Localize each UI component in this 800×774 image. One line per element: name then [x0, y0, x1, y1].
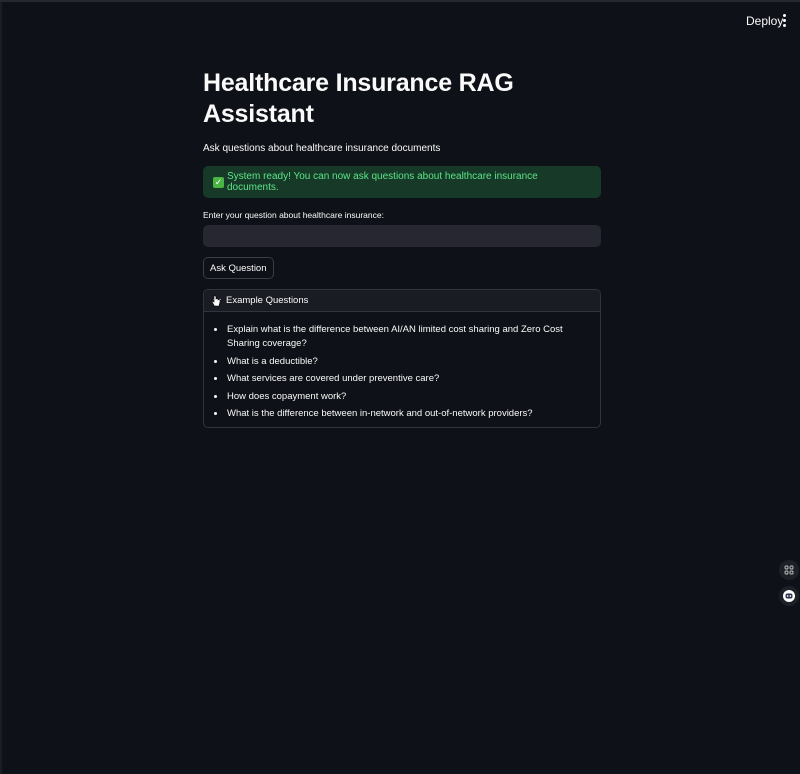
- example-question-item: What is the difference between in-networ…: [226, 406, 590, 421]
- status-success-alert: ✓ System ready! You can now ask question…: [203, 166, 601, 198]
- page-title: Healthcare Insurance RAG Assistant: [203, 69, 514, 128]
- top-toolbar: Deploy: [0, 2, 800, 38]
- example-questions-body: Explain what is the difference between A…: [204, 312, 600, 427]
- question-input[interactable]: [203, 225, 601, 247]
- bot-icon[interactable]: [779, 586, 799, 606]
- question-input-label: Enter your question about healthcare ins…: [203, 210, 384, 220]
- example-question-item: Explain what is the difference between A…: [226, 322, 590, 351]
- example-questions-header[interactable]: Example Questions: [204, 290, 600, 312]
- status-message: System ready! You can now ask questions …: [226, 171, 538, 193]
- grid-apps-icon[interactable]: [779, 560, 799, 580]
- left-edge-divider: [0, 2, 2, 774]
- page-subtitle: Ask questions about healthcare insurance…: [203, 143, 441, 154]
- app-root: Deploy Healthcare Insurance RAG Assistan…: [0, 0, 800, 774]
- main-content: Healthcare Insurance RAG Assistant Ask q…: [203, 68, 601, 428]
- example-question-item: What is a deductible?: [226, 354, 590, 369]
- ask-question-button[interactable]: Ask Question: [203, 257, 274, 279]
- example-questions-expander: Example Questions Explain what is the di…: [203, 289, 601, 428]
- example-question-item: How does copayment work?: [226, 389, 590, 404]
- pointer-cursor-icon: [211, 295, 221, 307]
- example-questions-list: Explain what is the difference between A…: [214, 322, 590, 421]
- example-question-item: What services are covered under preventi…: [226, 371, 590, 386]
- check-icon: ✓: [213, 176, 224, 188]
- example-questions-label: Example Questions: [226, 295, 309, 306]
- vertical-dots-icon[interactable]: [780, 13, 788, 29]
